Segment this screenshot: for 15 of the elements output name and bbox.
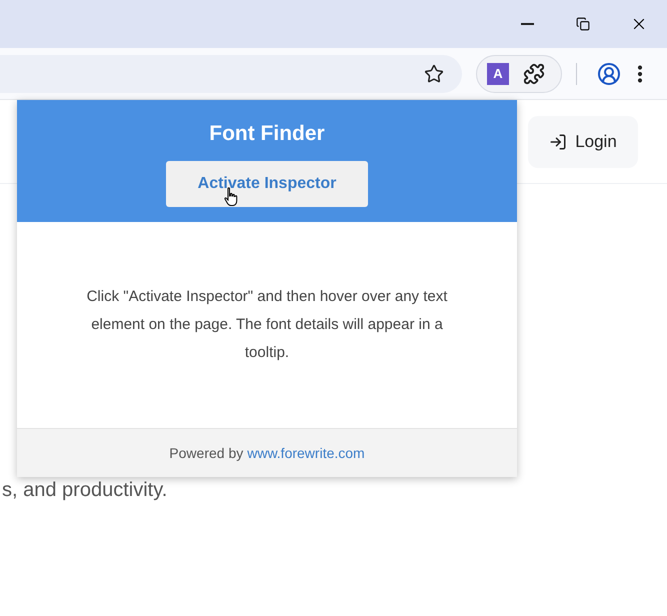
page-subtitle: s, and productivity.: [2, 480, 168, 500]
login-icon: [549, 132, 568, 150]
minimize-icon: [520, 23, 534, 25]
footer-text: Powered by: [169, 444, 244, 463]
popup-description: Click "Activate Inspector" and then hover over any text element on the page. The font details will appear in a tooltip.: [86, 287, 448, 363]
login-button[interactable]: Login: [528, 116, 638, 168]
profile-icon[interactable]: [597, 62, 621, 86]
activate-inspector-button[interactable]: Activate Inspector: [166, 160, 368, 206]
popup-title: Font Finder: [209, 121, 325, 147]
footer-link[interactable]: www.forewrite.com: [247, 442, 365, 464]
hand-cursor-icon: [224, 186, 238, 206]
restore-icon: [576, 17, 590, 31]
extension-button[interactable]: A: [487, 62, 509, 84]
bookmark-star-icon[interactable]: [424, 64, 444, 84]
puzzle-icon[interactable]: [523, 62, 545, 84]
